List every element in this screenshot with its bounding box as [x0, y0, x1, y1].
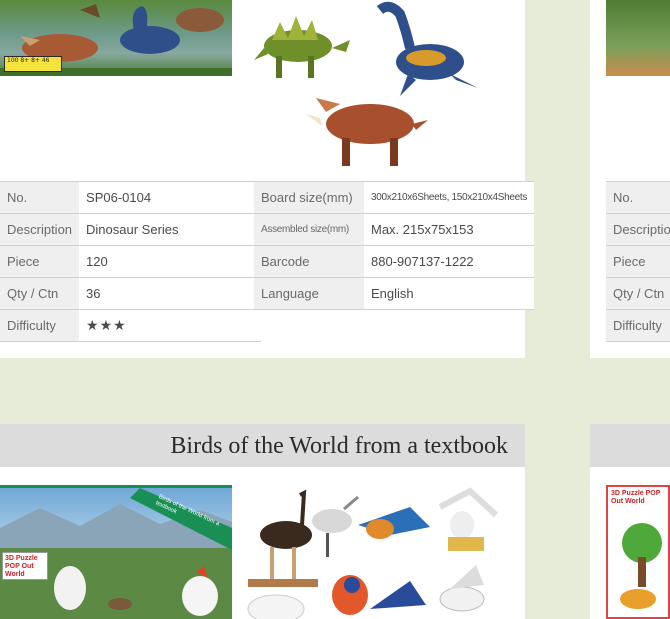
table-row: Difficulty ★★★ [0, 309, 262, 342]
parrot-model-icon [332, 575, 368, 615]
spec-value: SP06-0104 [79, 181, 262, 214]
ostrich-model-icon [248, 489, 318, 587]
stork-model-icon [438, 487, 499, 551]
dinosaur-models-illustration [254, 1, 478, 166]
spec-label: Qty / Ctn [0, 277, 80, 310]
spec-label: Qty / Ctn [606, 277, 670, 310]
spec-label: Language [254, 277, 364, 310]
spec-label: Description [606, 213, 670, 246]
table-row: Description [606, 213, 670, 246]
table-row: No. [606, 181, 670, 214]
table-row: Piece 120 [0, 245, 262, 278]
partial-product-box-image[interactable] [606, 0, 670, 76]
age-badge: 100 8+ 8+ 46 [4, 56, 62, 72]
bird-models-illustration [247, 487, 499, 619]
spec-label: Board size(mm) [254, 181, 364, 214]
spec-label: Assembled size(mm) [254, 213, 364, 246]
bluebird-model-icon [358, 507, 430, 539]
table-row: Language English [254, 277, 535, 310]
table-row: Barcode 880-907137-1222 [254, 245, 535, 278]
table-row: Qty / Ctn 36 [0, 277, 262, 310]
table-row: Qty / Ctn [606, 277, 670, 310]
spec-label: No. [0, 181, 80, 214]
spec-value: English [364, 277, 535, 310]
spec-value: 36 [79, 277, 262, 310]
product-title-bar: Birds of the World from a textbook [0, 424, 525, 467]
box-brand-logo: 3D Puzzle POP Out World [611, 490, 661, 505]
stegosaurus-model-icon [254, 16, 350, 78]
spec-table-right: Board size(mm) 300x210x6Sheets, 150x210x… [254, 181, 535, 310]
spec-value: Max. 215x75x153 [364, 213, 535, 246]
difficulty-stars: ★★★ [79, 309, 262, 342]
box-brand-logo: 3D Puzzle POP Out World [2, 552, 48, 580]
product-title: Birds of the World from a textbook [170, 433, 508, 459]
spec-label: Description [0, 213, 80, 246]
table-row: Board size(mm) 300x210x6Sheets, 150x210x… [254, 181, 535, 214]
spec-label: Difficulty [0, 309, 80, 342]
spec-label: Barcode [254, 245, 364, 278]
swan-model-icon [247, 594, 305, 619]
dinosaur-box-image[interactable]: 100 8+ 8+ 46 [0, 0, 232, 76]
triceratops-model-icon [306, 98, 428, 166]
spec-value: 300x210x6Sheets, 150x210x4Sheets [364, 181, 535, 214]
table-row: No. SP06-0104 [0, 181, 262, 214]
partial-product-box-image-2[interactable]: 3D Puzzle POP Out World [606, 485, 670, 619]
spec-value: 120 [79, 245, 262, 278]
spec-label: Piece [606, 245, 670, 278]
table-row: Description Dinosaur Series [0, 213, 262, 246]
table-row: Assembled size(mm) Max. 215x75x153 [254, 213, 535, 246]
spec-table-left: No. SP06-0104 Description Dinosaur Serie… [0, 181, 262, 342]
plesiosaur-model-icon [376, 1, 478, 96]
kingfisher-model-icon [370, 581, 426, 609]
spec-label: No. [606, 181, 670, 214]
spec-label: Difficulty [606, 309, 670, 342]
tree-icon [620, 523, 662, 609]
table-row: Piece [606, 245, 670, 278]
birds-box-image[interactable]: 3D Puzzle POP Out World Birds of the Wor… [0, 485, 232, 619]
pigeon-model-icon [439, 565, 485, 612]
table-row: Difficulty [606, 309, 670, 342]
spec-value: Dinosaur Series [79, 213, 262, 246]
spec-value: 880-907137-1222 [364, 245, 535, 278]
spec-table-partial: No. Description Piece Qty / Ctn Difficul… [606, 181, 670, 342]
heron-model-icon [312, 495, 359, 557]
spec-label: Piece [0, 245, 80, 278]
partial-title-bar [590, 424, 670, 467]
